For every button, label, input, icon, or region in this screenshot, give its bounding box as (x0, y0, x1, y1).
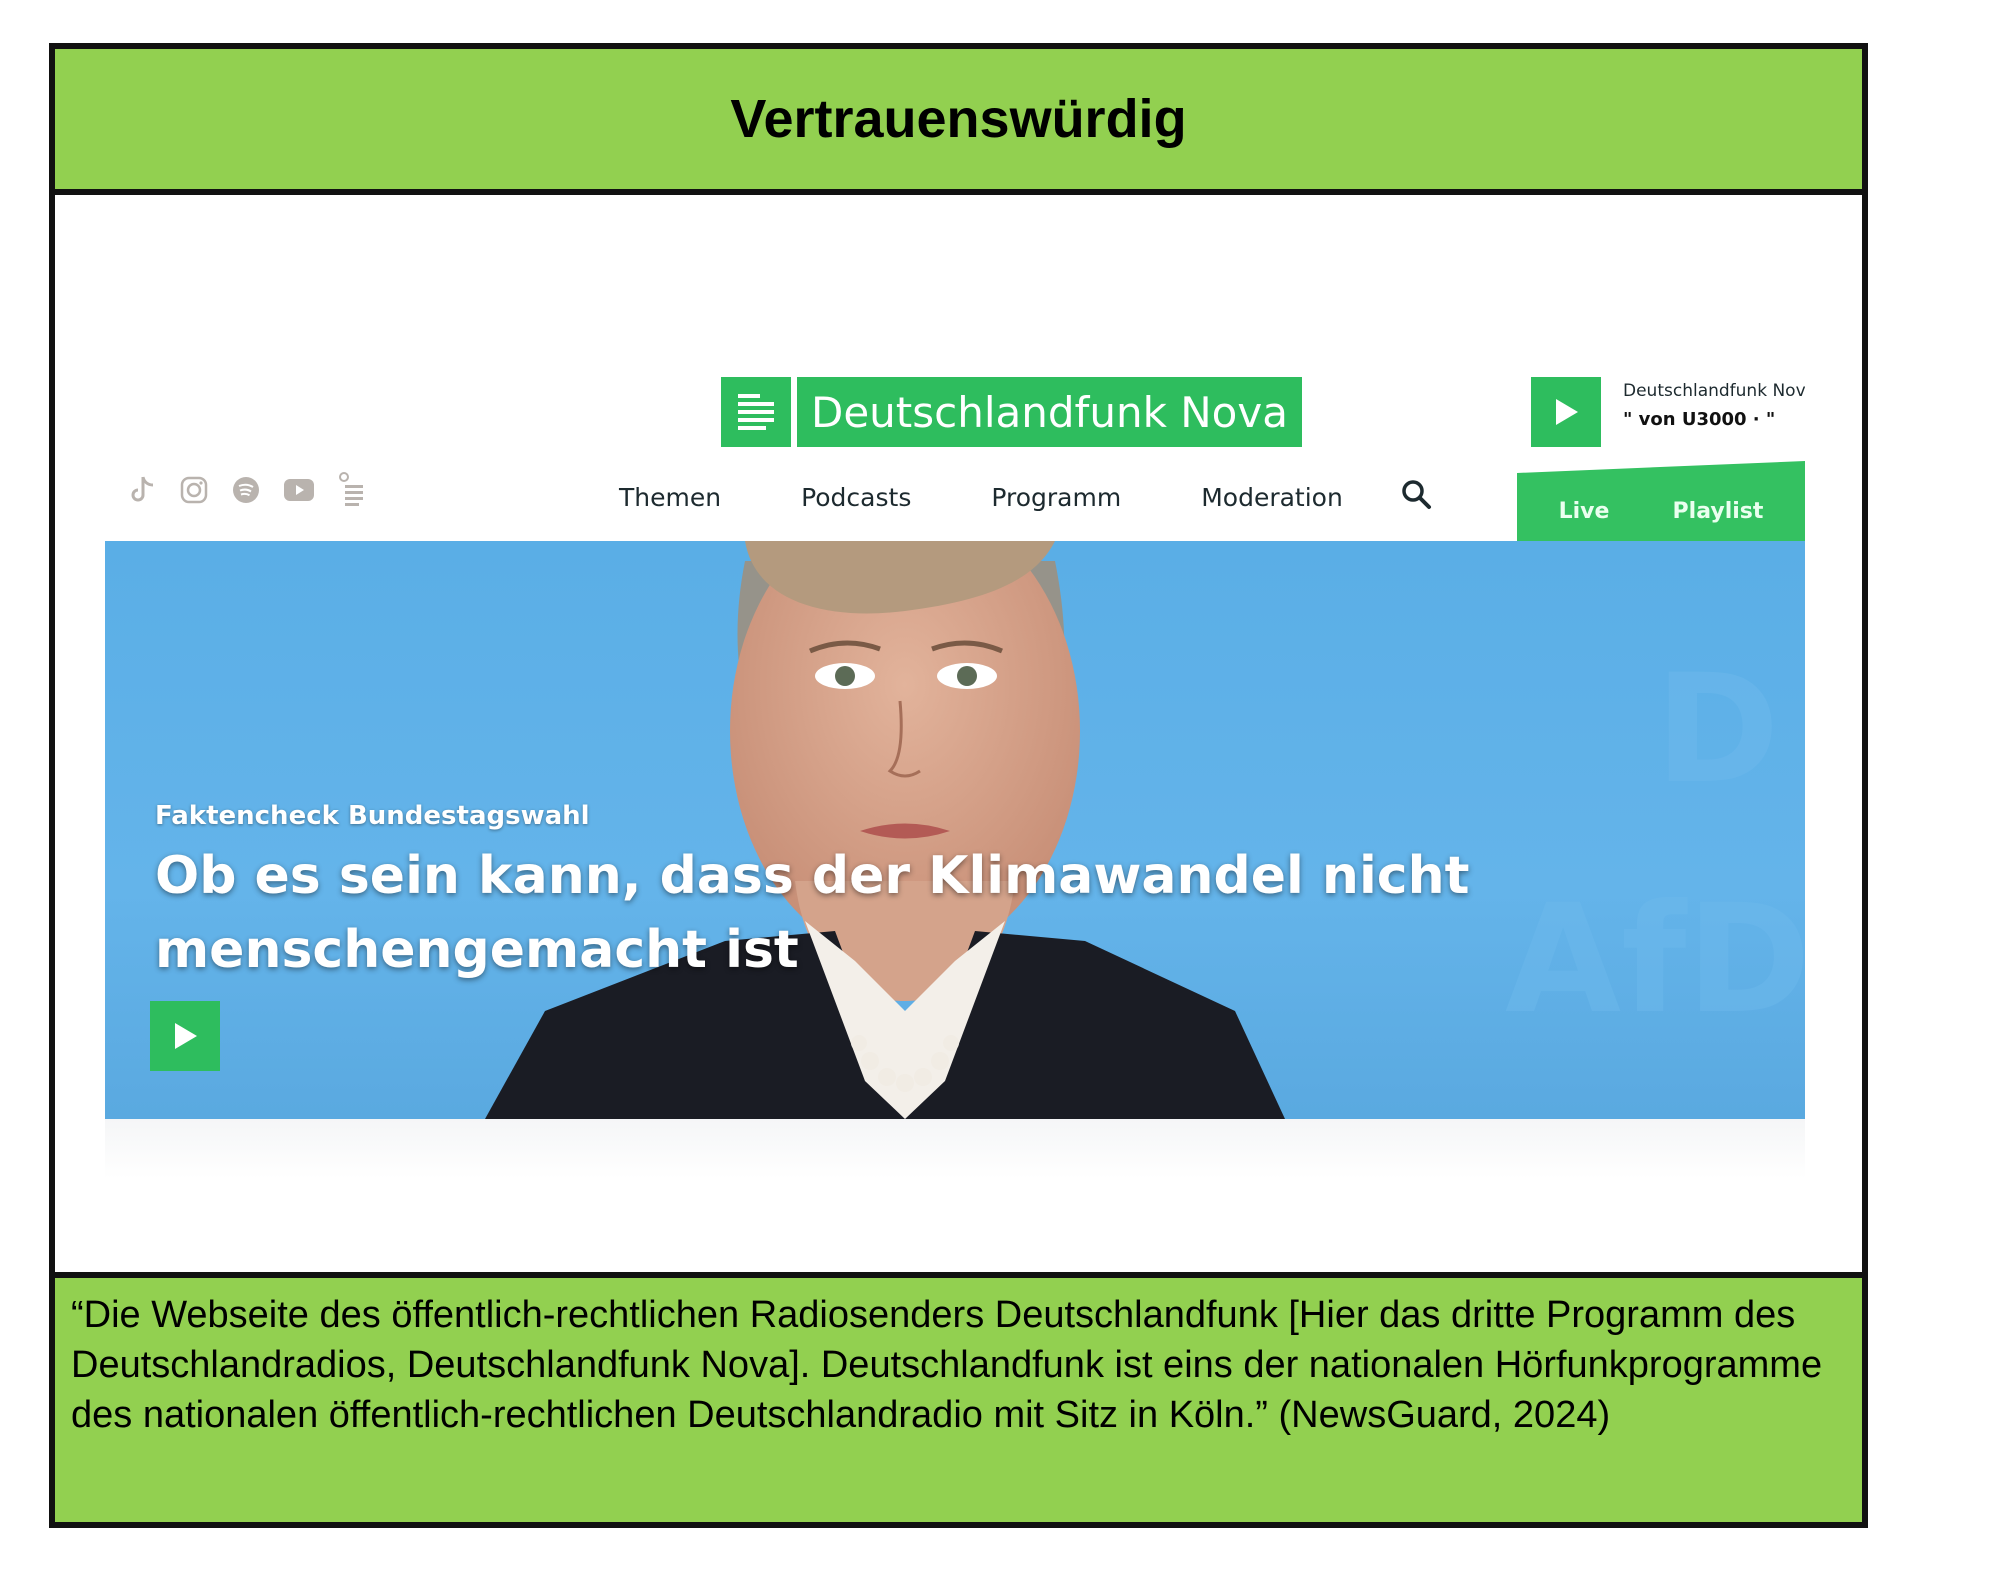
now-playing-station: Deutschlandfunk Nova (1623, 381, 1805, 401)
playlist-link[interactable]: Playlist (1673, 499, 1764, 524)
hero-play-button[interactable] (150, 1001, 220, 1071)
podcast-feed-icon[interactable] (337, 471, 367, 509)
spotify-icon[interactable] (231, 475, 261, 505)
tiktok-icon[interactable] (129, 475, 157, 505)
youtube-icon[interactable] (283, 477, 315, 503)
logo-text: Deutschlandfunk Nova (797, 377, 1302, 447)
now-playing: Deutschlandfunk Nova " von U3000 · " (1623, 381, 1805, 430)
now-playing-track: " von U3000 · " (1623, 409, 1776, 430)
live-play-button[interactable] (1531, 377, 1601, 447)
svg-text:D: D (1655, 643, 1780, 817)
below-hero-strip (105, 1119, 1805, 1179)
website-screenshot: Deutschlandfunk Nova Deutschlandfunk Nov… (105, 329, 1805, 1179)
nav-themen[interactable]: Themen (619, 483, 721, 512)
nav-moderation[interactable]: Moderation (1201, 483, 1343, 512)
hero-teaser[interactable]: D AfD Faktencheck Bundestagswahl Ob es s… (105, 541, 1805, 1119)
nav-programm[interactable]: Programm (991, 483, 1121, 512)
header-band: Vertrauenswürdig (55, 49, 1862, 195)
caption-text: “Die Webseite des öffentlich-rechtlichen… (71, 1294, 1823, 1436)
live-link[interactable]: Live (1559, 499, 1610, 524)
social-links (129, 471, 367, 509)
logo-mark-icon (721, 377, 791, 447)
search-icon[interactable] (1399, 477, 1433, 516)
info-card: Vertrauenswürdig Deutschlandfunk Nova De… (49, 43, 1868, 1528)
site-logo[interactable]: Deutschlandfunk Nova (721, 377, 1302, 447)
main-nav: Themen Podcasts Programm Moderation (619, 483, 1343, 512)
instagram-icon[interactable] (179, 475, 209, 505)
hero-kicker: Faktencheck Bundestagswahl (155, 801, 590, 831)
hero-headline[interactable]: Ob es sein kann, dass der Klimawandel ni… (155, 839, 1555, 987)
nav-podcasts[interactable]: Podcasts (801, 483, 911, 512)
caption-band: “Die Webseite des öffentlich-rechtlichen… (55, 1272, 1862, 1522)
play-icon (1556, 399, 1578, 425)
rating-title: Vertrauenswürdig (730, 89, 1187, 149)
play-icon (175, 1023, 197, 1049)
